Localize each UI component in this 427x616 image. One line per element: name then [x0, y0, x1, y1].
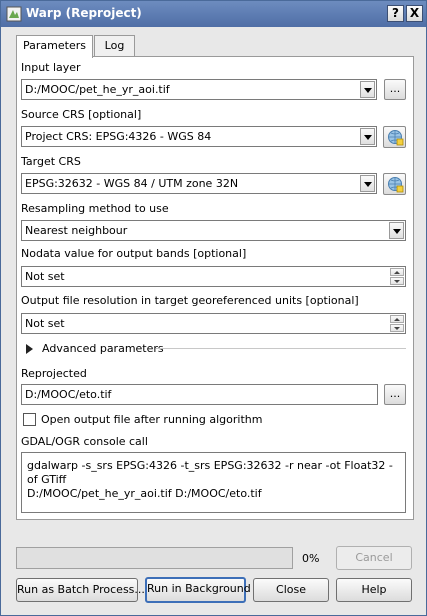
input-layer-combo[interactable]: D:/MOOC/pet_he_yr_aoi.tif: [21, 79, 377, 100]
advanced-parameters-label: Advanced parameters: [42, 342, 164, 355]
resampling-combo[interactable]: Nearest neighbour: [21, 220, 406, 241]
resolution-label: Output file resolution in target georefe…: [21, 294, 359, 307]
expand-arrow-icon[interactable]: [26, 344, 33, 354]
tab-log[interactable]: Log: [94, 35, 135, 57]
progress-percent: 0%: [302, 552, 320, 565]
tab-parameters[interactable]: Parameters: [16, 35, 93, 58]
console-label: GDAL/OGR console call: [21, 435, 148, 448]
close-titlebar-button[interactable]: X: [406, 5, 423, 22]
nodata-label: Nodata value for output bands [optional]: [21, 247, 247, 260]
close-button[interactable]: Close: [253, 578, 329, 602]
progress-bar: [16, 547, 293, 569]
chevron-down-icon[interactable]: [360, 128, 375, 145]
help-titlebar-button[interactable]: ?: [387, 5, 404, 22]
chevron-down-icon[interactable]: [389, 222, 404, 239]
open-output-checkbox[interactable]: [23, 413, 36, 426]
target-crs-select-button[interactable]: [383, 173, 406, 195]
warp-app-icon: [6, 6, 22, 22]
nodata-spinner[interactable]: [390, 268, 404, 285]
console-line-1: gdalwarp -s_srs EPSG:4326 -t_srs EPSG:32…: [27, 459, 393, 486]
resampling-value: Nearest neighbour: [25, 224, 128, 237]
help-button[interactable]: Help: [336, 578, 412, 602]
input-layer-value: D:/MOOC/pet_he_yr_aoi.tif: [25, 83, 170, 96]
reprojected-label: Reprojected: [21, 367, 87, 380]
resampling-label: Resampling method to use: [21, 202, 169, 215]
reprojected-input[interactable]: D:/MOOC/eto.tif: [21, 384, 378, 405]
reprojected-browse-button[interactable]: ...: [384, 384, 406, 405]
spin-up-icon[interactable]: [390, 268, 404, 276]
title-bar[interactable]: Warp (Reproject) ? X: [1, 1, 426, 27]
input-layer-label: Input layer: [21, 61, 81, 74]
nodata-value: Not set: [25, 270, 65, 283]
open-output-label[interactable]: Open output file after running algorithm: [41, 413, 262, 426]
console-line-2: D:/MOOC/pet_he_yr_aoi.tif D:/MOOC/eto.ti…: [27, 487, 262, 500]
source-crs-select-button[interactable]: [383, 126, 406, 148]
input-layer-browse-button[interactable]: ...: [384, 79, 406, 100]
source-crs-combo[interactable]: Project CRS: EPSG:4326 - WGS 84: [21, 126, 377, 147]
warp-dialog: Warp (Reproject) ? X Parameters Log Inpu…: [0, 0, 427, 616]
resolution-value: Not set: [25, 317, 65, 330]
advanced-divider: [156, 348, 406, 349]
run-batch-button[interactable]: Run as Batch Process...: [16, 578, 145, 602]
spin-down-icon[interactable]: [390, 277, 404, 285]
globe-icon: [388, 177, 404, 193]
cancel-button[interactable]: Cancel: [336, 546, 412, 570]
target-crs-combo[interactable]: EPSG:32632 - WGS 84 / UTM zone 32N: [21, 173, 377, 194]
nodata-input[interactable]: Not set: [21, 266, 406, 287]
globe-icon: [388, 130, 404, 146]
chevron-down-icon[interactable]: [360, 81, 375, 98]
spin-down-icon[interactable]: [390, 324, 404, 332]
console-call-text[interactable]: gdalwarp -s_srs EPSG:4326 -t_srs EPSG:32…: [21, 452, 406, 513]
target-crs-value: EPSG:32632 - WGS 84 / UTM zone 32N: [25, 177, 239, 190]
resolution-input[interactable]: Not set: [21, 313, 406, 334]
source-crs-value: Project CRS: EPSG:4326 - WGS 84: [25, 130, 212, 143]
window-title: Warp (Reproject): [26, 6, 142, 20]
run-background-button[interactable]: Run in Background: [145, 577, 251, 603]
source-crs-label: Source CRS [optional]: [21, 108, 142, 121]
target-crs-label: Target CRS: [21, 155, 81, 168]
reprojected-value: D:/MOOC/eto.tif: [25, 388, 112, 401]
resolution-spinner[interactable]: [390, 315, 404, 332]
chevron-down-icon[interactable]: [360, 175, 375, 192]
spin-up-icon[interactable]: [390, 315, 404, 323]
